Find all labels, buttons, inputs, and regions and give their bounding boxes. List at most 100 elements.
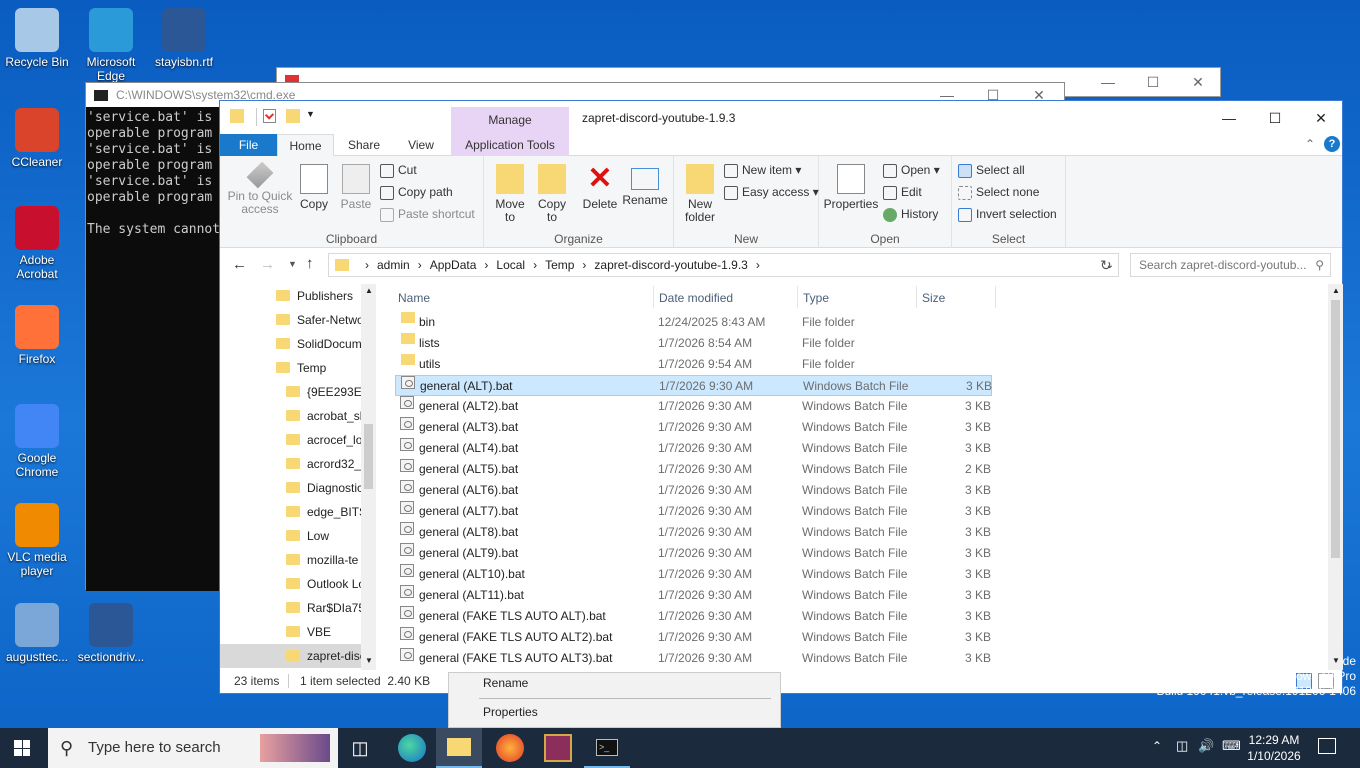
back-arrow-icon[interactable]: ← (232, 256, 247, 273)
breadcrumb-chevron-icon[interactable]: › (582, 258, 586, 272)
desktop-icon[interactable]: Firefox (0, 305, 74, 366)
tab-home[interactable]: Home (277, 134, 334, 156)
desktop-icon[interactable]: Adobe Acrobat (0, 206, 74, 281)
help-icon[interactable]: ? (1324, 136, 1340, 152)
copy-path-button[interactable]: Copy path (380, 182, 453, 202)
properties-button[interactable]: Properties (823, 164, 879, 211)
desktop-icon[interactable]: CCleaner (0, 108, 74, 169)
explorer-maximize-button[interactable]: ☐ (1252, 106, 1298, 130)
tab-application-tools[interactable]: Application Tools (451, 134, 569, 156)
tab-file[interactable]: File (220, 134, 277, 156)
nav-item[interactable]: acrobat_sb (220, 404, 376, 428)
nav-item[interactable]: Low (220, 524, 376, 548)
delete-button[interactable]: ✕ Delete (580, 164, 620, 211)
nav-item[interactable]: SolidDocum (220, 332, 376, 356)
nav-item[interactable]: Diagnostic (220, 476, 376, 500)
desktop-icon[interactable]: stayisbn.rtf (147, 8, 221, 69)
breadcrumb-chevron-icon[interactable]: › (365, 258, 369, 272)
edit-button[interactable]: Edit (883, 182, 922, 202)
forward-arrow-icon[interactable]: → (260, 256, 275, 273)
recent-dropdown-icon[interactable]: ▼ (288, 259, 297, 269)
task-view-icon[interactable]: ◫ (346, 734, 374, 762)
file-row[interactable]: general (ALT4).bat 1/7/2026 9:30 AM Window… (395, 438, 1325, 459)
nav-item[interactable]: acrocef_lo (220, 428, 376, 452)
desktop-icon[interactable]: sectiondriv... (74, 603, 148, 664)
taskbar-edge-icon[interactable] (398, 734, 426, 762)
collapse-ribbon-icon[interactable]: ⌃ (1305, 137, 1315, 151)
desktop-icon[interactable]: Recycle Bin (0, 8, 74, 69)
column-name[interactable]: Name (398, 291, 430, 305)
column-size[interactable]: Size (922, 291, 945, 305)
pin-quick-access-button[interactable]: Pin to Quick access (226, 161, 294, 216)
scroll-thumb[interactable] (1331, 300, 1340, 558)
easy-access-button[interactable]: Easy access ▾ (724, 182, 819, 202)
breadcrumb-item[interactable]: Local (496, 258, 525, 272)
search-input[interactable]: Search zapret-discord-youtub... ⚲ (1130, 253, 1331, 277)
breadcrumb-item[interactable]: zapret-discord-youtube-1.9.3 (594, 258, 747, 272)
select-all-button[interactable]: Select all (958, 160, 1025, 180)
nav-item[interactable]: edge_BITS_ (220, 500, 376, 524)
explorer-minimize-button[interactable]: — (1206, 106, 1252, 130)
desktop-icon[interactable]: Microsoft Edge (74, 8, 148, 83)
nav-scrollbar[interactable]: ▲ ▼ (361, 284, 376, 670)
nav-item[interactable]: Publishers (220, 284, 376, 308)
notification-icon[interactable] (1318, 738, 1336, 754)
taskbar-cmd-button[interactable]: >_ (584, 728, 630, 768)
desktop-icon[interactable]: Google Chrome (0, 404, 74, 479)
breadcrumb-item[interactable]: admin (377, 258, 410, 272)
tab-view[interactable]: View (395, 134, 447, 156)
file-row[interactable]: general (FAKE TLS AUTO ALT2).bat 1/7/2026… (395, 627, 1325, 648)
close-button[interactable]: ✕ (1175, 70, 1221, 94)
tab-share[interactable]: Share (338, 134, 390, 156)
address-bar[interactable]: › admin › AppData › Local › Temp › zapret-discord… (328, 253, 1119, 277)
desktop-icon[interactable]: augusttec... (0, 603, 74, 664)
file-row[interactable]: general (ALT9).bat 1/7/2026 9:30 AM Window… (395, 543, 1325, 564)
file-row[interactable]: general (FAKE TLS AUTO ALT).bat 1/7/2026 … (395, 606, 1325, 627)
breadcrumb-chevron-icon[interactable]: › (418, 258, 422, 272)
volume-icon[interactable]: 🔊 (1198, 738, 1214, 754)
file-row[interactable]: general (ALT11).bat 1/7/2026 9:30 AM Windo… (395, 585, 1325, 606)
file-row[interactable]: general (ALT10).bat 1/7/2026 9:30 AM Windo… (395, 564, 1325, 585)
file-row[interactable]: utils 1/7/2026 9:54 AM File folder (395, 354, 1325, 375)
taskbar-winrar-icon[interactable] (544, 734, 572, 762)
new-item-button[interactable]: New item ▾ (724, 160, 801, 180)
start-button[interactable] (14, 740, 30, 756)
taskbar-search[interactable]: ⚲ Type here to search (48, 728, 338, 768)
file-list[interactable]: Name ⌃ Date modified Type Size bin 12/24/… (395, 284, 1325, 670)
qat-dropdown-icon[interactable]: ▼ (306, 109, 315, 119)
file-row[interactable]: general (ALT5).bat 1/7/2026 9:30 AM Window… (395, 459, 1325, 480)
nav-item[interactable]: Rar$DIa754 (220, 596, 376, 620)
move-to-button[interactable]: Move to (490, 164, 530, 224)
network-icon[interactable]: ◫ (1176, 738, 1188, 754)
copy-button[interactable]: Copy (296, 164, 332, 211)
open-button[interactable]: Open ▾ (883, 160, 940, 180)
nav-item[interactable]: zapret-disc (220, 644, 376, 668)
maximize-button[interactable]: ☐ (1130, 70, 1176, 94)
cmd-output[interactable]: 'service.bat' is operable program'service… (86, 107, 220, 591)
file-row[interactable]: general (ALT3).bat 1/7/2026 9:30 AM Window… (395, 417, 1325, 438)
taskbar-explorer-button[interactable] (436, 728, 482, 768)
breadcrumb-chevron-icon[interactable]: › (484, 258, 488, 272)
explorer-close-button[interactable]: ✕ (1298, 106, 1344, 130)
clock[interactable]: 12:29 AM 1/10/2026 (1242, 732, 1306, 764)
file-list-scrollbar[interactable]: ▲ ▼ (1328, 284, 1343, 670)
properties-qat-icon[interactable] (263, 109, 276, 123)
file-row[interactable]: general (ALT).bat 1/7/2026 9:30 AM Windows… (395, 375, 992, 396)
nav-item[interactable]: acrord32_s (220, 452, 376, 476)
file-row[interactable]: general (ALT7).bat 1/7/2026 9:30 AM Window… (395, 501, 1325, 522)
new-folder-qat-icon[interactable] (286, 109, 300, 123)
nav-item[interactable]: mozilla-te (220, 548, 376, 572)
breadcrumb-item[interactable]: AppData (430, 258, 477, 272)
nav-item[interactable]: Safer-Netwo (220, 308, 376, 332)
file-row[interactable]: general (ALT2).bat 1/7/2026 9:30 AM Window… (395, 396, 1325, 417)
history-button[interactable]: History (883, 204, 938, 224)
refresh-icon[interactable]: ↻ (1100, 257, 1112, 274)
file-row[interactable]: general (ALT8).bat 1/7/2026 9:30 AM Window… (395, 522, 1325, 543)
invert-selection-button[interactable]: Invert selection (958, 204, 1057, 224)
nav-item[interactable]: VBE (220, 620, 376, 644)
nav-item[interactable]: {9EE293E3- (220, 380, 376, 404)
nav-item[interactable]: Temp (220, 356, 376, 380)
tray-chevron-icon[interactable]: ⌃ (1152, 739, 1162, 753)
context-rename[interactable]: Rename (483, 676, 528, 690)
up-arrow-icon[interactable]: ↑ (306, 255, 314, 272)
